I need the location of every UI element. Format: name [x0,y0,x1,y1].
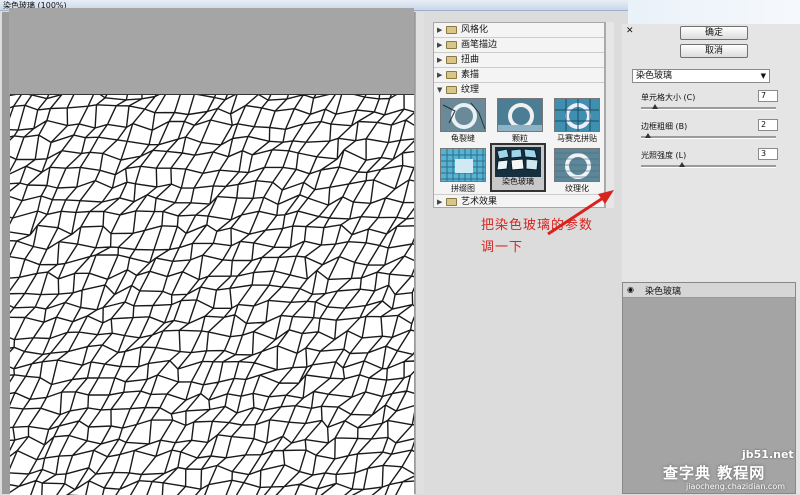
annotation-arrow [547,190,614,236]
annotation-text: 把染色玻璃的参数调一下 [481,218,594,255]
watermark-url: jiaocheng.chazidian.com [686,482,786,491]
watermark-site: jb51.net [742,448,794,461]
watermark-brand: 查字典 教程网 [663,464,766,482]
